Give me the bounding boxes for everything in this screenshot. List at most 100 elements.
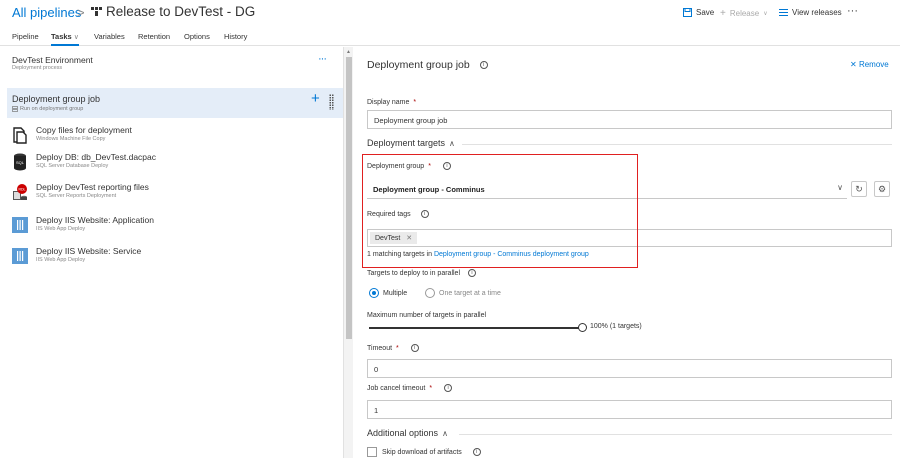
deployment-targets-label: Deployment targets <box>367 138 446 148</box>
display-name-input[interactable]: Deployment group job <box>367 110 892 129</box>
more-actions-button[interactable]: ··· <box>847 5 858 17</box>
tab-variables[interactable]: Variables <box>94 32 125 41</box>
stage-more-button[interactable]: ··· <box>318 53 327 65</box>
task-subtitle: Windows Machine File Copy <box>36 136 106 142</box>
server-group-icon <box>12 106 18 112</box>
remove-label: Remove <box>858 60 889 69</box>
additional-options-section-header[interactable]: Additional options ∧ <box>367 428 448 438</box>
tab-tasks-label: Tasks <box>51 32 72 41</box>
task-subtitle: IIS Web App Deploy <box>36 226 86 232</box>
job-cancel-timeout-label: Job cancel timeout * i <box>367 384 453 392</box>
iis-icon <box>12 216 28 234</box>
job-cancel-timeout-input[interactable]: 1 <box>367 400 892 419</box>
breadcrumb-separator: > <box>77 5 85 20</box>
section-divider <box>462 144 892 145</box>
close-icon: ✕ <box>850 60 857 69</box>
task-subtitle: SQL Server Database Deploy <box>36 163 109 169</box>
task-title: Deploy IIS Website: Application <box>36 215 154 225</box>
stage-name: DevTest Environment <box>12 55 93 65</box>
radio-multiple-label: Multiple <box>383 289 408 297</box>
panel-title-text: Deployment group job <box>367 59 470 71</box>
chevron-down-icon: ∨ <box>837 183 843 192</box>
max-targets-label: Maximum number of targets in parallel <box>367 312 487 319</box>
chevron-down-icon: ∨ <box>73 34 79 41</box>
breadcrumb-all-pipelines[interactable]: All pipelines <box>12 5 81 20</box>
task-item-deploy-iis-application[interactable]: Deploy IIS Website: Application IIS Web … <box>12 213 332 239</box>
drag-handle-icon[interactable] <box>329 94 334 110</box>
timeout-label: Timeout * i <box>367 344 419 352</box>
tab-pipeline[interactable]: Pipeline <box>12 32 39 41</box>
section-divider <box>459 434 892 435</box>
svg-text:RDL: RDL <box>18 188 25 192</box>
max-targets-slider-track[interactable] <box>369 327 580 329</box>
remove-button[interactable]: ✕ Remove <box>850 60 889 69</box>
job-subtitle: Run on deployment group <box>12 106 83 112</box>
timeout-label-text: Timeout <box>367 344 393 352</box>
release-button[interactable]: + Release ∨ <box>720 8 768 19</box>
task-subtitle: SQL Server Reports Deployment <box>36 193 117 199</box>
targets-parallel-label-text: Targets to deploy to in parallel <box>367 269 460 277</box>
timeout-input[interactable]: 0 <box>367 359 892 378</box>
tab-retention[interactable]: Retention <box>138 32 170 41</box>
plus-icon: + <box>720 8 726 19</box>
info-icon[interactable]: i <box>410 344 419 352</box>
release-pipeline-icon <box>91 6 102 20</box>
save-label: Save <box>696 8 715 17</box>
left-panel-scrollbar[interactable]: ▲ <box>343 47 353 458</box>
radio-dot <box>369 288 379 298</box>
targets-parallel-label: Targets to deploy to in parallel i <box>367 269 476 277</box>
panel-title: Deployment group job i <box>367 59 488 71</box>
task-item-deploy-iis-service[interactable]: Deploy IIS Website: Service IIS Web App … <box>12 244 332 270</box>
max-targets-value: 100% (1 targets) <box>590 323 642 330</box>
radio-one-at-a-time[interactable]: One target at a time <box>425 288 501 298</box>
radio-one-label: One target at a time <box>439 289 501 297</box>
task-title: Copy files for deployment <box>36 125 132 135</box>
job-properties-panel: Deployment group job i ✕ Remove Display … <box>354 47 900 458</box>
iis-icon <box>12 247 28 265</box>
required-marker: * <box>429 384 433 392</box>
additional-options-label: Additional options <box>367 428 439 438</box>
svg-text:SQL: SQL <box>16 160 25 165</box>
task-subtitle: IIS Web App Deploy <box>36 257 86 263</box>
task-title: Deploy IIS Website: Service <box>36 246 142 256</box>
radio-multiple[interactable]: Multiple <box>369 288 407 298</box>
view-releases-label: View releases <box>792 8 842 17</box>
task-item-copy-files[interactable]: Copy files for deployment Windows Machin… <box>12 123 332 149</box>
job-title: Deployment group job <box>12 94 101 104</box>
scroll-thumb[interactable] <box>346 57 352 339</box>
highlight-box <box>362 154 638 268</box>
radio-dot <box>425 288 435 298</box>
tab-bar: Pipeline Tasks ∨ Variables Retention Opti… <box>0 28 900 46</box>
add-task-button[interactable]: + <box>311 90 320 107</box>
scroll-up-arrow-icon[interactable]: ▲ <box>346 49 351 55</box>
save-icon <box>683 8 692 17</box>
manage-button[interactable]: ⚙ <box>874 181 890 197</box>
checkbox-box <box>367 447 377 457</box>
deployment-group-job-row[interactable]: Deployment group job Run on deployment g… <box>7 88 343 118</box>
job-subtitle-text: Run on deployment group <box>20 106 84 112</box>
refresh-button[interactable]: ↻ <box>851 181 867 197</box>
refresh-icon: ↻ <box>855 183 863 194</box>
info-icon[interactable]: i <box>468 269 476 277</box>
file-copy-icon <box>12 126 28 144</box>
tab-history[interactable]: History <box>224 32 247 41</box>
task-item-deploy-reports[interactable]: RDL Deploy DevTest reporting files SQL S… <box>12 180 332 206</box>
deployment-targets-section-header[interactable]: Deployment targets ∧ <box>367 138 455 148</box>
task-title: Deploy DB: db_DevTest.dacpac <box>36 152 157 162</box>
view-releases-button[interactable]: View releases <box>779 8 842 17</box>
info-icon[interactable]: i <box>444 384 453 392</box>
list-icon <box>779 9 788 16</box>
skip-download-checkbox[interactable]: Skip download of artifacts i <box>367 447 481 457</box>
max-targets-slider-thumb[interactable] <box>578 323 587 332</box>
sql-database-icon: SQL <box>12 153 28 171</box>
save-button[interactable]: Save <box>683 8 714 17</box>
info-icon[interactable]: i <box>479 61 488 69</box>
skip-download-label: Skip download of artifacts <box>382 448 462 456</box>
stage-subtitle: Deployment process <box>12 65 63 71</box>
tab-options[interactable]: Options <box>184 32 210 41</box>
info-icon[interactable]: i <box>472 448 481 456</box>
tab-tasks[interactable]: Tasks ∨ <box>51 32 79 46</box>
required-marker: * <box>396 344 399 352</box>
chevron-up-icon: ∧ <box>442 428 448 438</box>
task-item-deploy-db[interactable]: SQL Deploy DB: db_DevTest.dacpac SQL Ser… <box>12 150 332 176</box>
